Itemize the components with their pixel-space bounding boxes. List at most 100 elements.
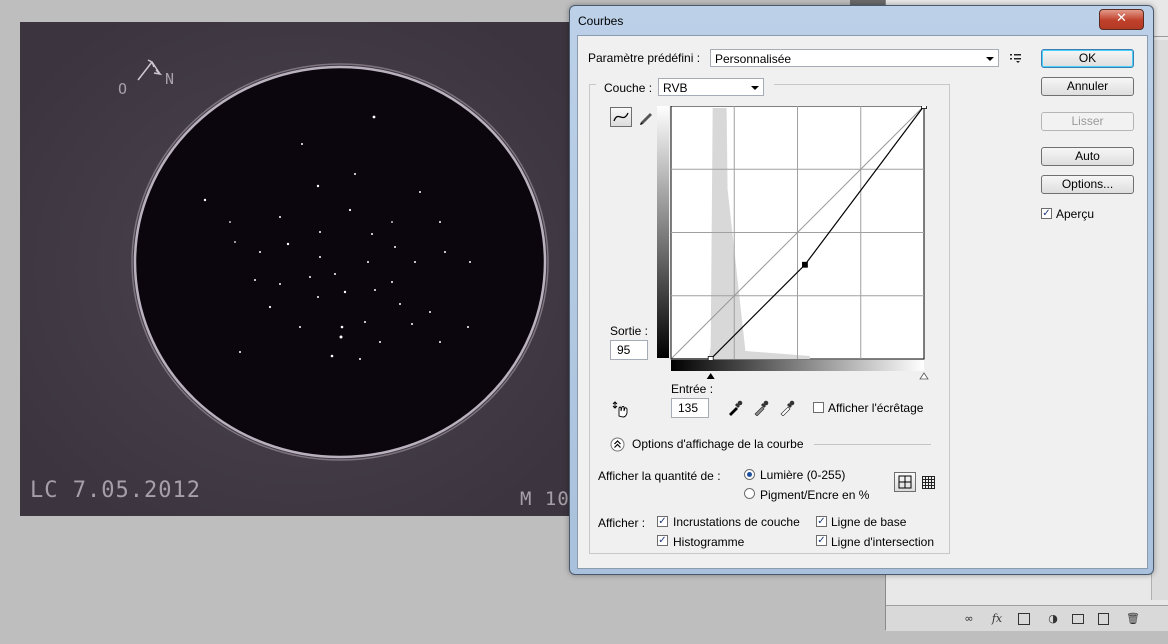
output-field[interactable]: 95 [610, 340, 648, 360]
preset-select[interactable]: Personnalisée [710, 49, 999, 67]
white-eyedropper-icon[interactable] [779, 400, 795, 416]
baseline-label: Ligne de base [831, 515, 907, 529]
star [259, 251, 261, 253]
star [467, 326, 469, 328]
star [330, 354, 334, 358]
histogram-checkbox[interactable]: ✓ [657, 535, 668, 546]
black-point-slider [706, 373, 715, 379]
star [379, 341, 381, 343]
intersection-line-checkbox[interactable]: ✓ [816, 535, 827, 546]
chevron-down-icon [986, 57, 994, 61]
curve-point[interactable] [921, 106, 927, 109]
show-label: Afficher : [598, 516, 646, 530]
grid-10x10-icon[interactable] [921, 475, 937, 491]
star [279, 216, 281, 218]
star [411, 323, 413, 325]
star [339, 335, 343, 339]
dialog-body: Paramètre prédéfini : Personnalisée OK A… [577, 35, 1148, 569]
curves-dialog: Courbes ✕ Paramètre prédéfini : Personna… [569, 5, 1154, 575]
star [444, 251, 446, 253]
star [439, 221, 441, 223]
gray-eyedropper-icon[interactable] [753, 400, 769, 416]
date-stamp: LC 7.05.2012 [30, 478, 201, 503]
star [301, 143, 303, 145]
star [419, 191, 421, 193]
fx-icon[interactable]: fx [990, 612, 1004, 625]
channel-overlays-label: Incrustations de couche [673, 515, 800, 529]
channel-select[interactable]: RVB [658, 78, 764, 96]
star [239, 351, 241, 353]
star [319, 231, 321, 233]
star [268, 305, 272, 309]
curve-tool-button[interactable] [610, 107, 632, 127]
star [371, 233, 373, 235]
preview-checkbox[interactable]: ✓ [1041, 208, 1052, 219]
section-divider [814, 444, 931, 445]
channel-overlays-checkbox[interactable]: ✓ [657, 516, 668, 527]
histogram-label: Histogramme [673, 535, 745, 549]
curve-point[interactable] [802, 261, 808, 268]
star [354, 173, 356, 175]
sketch-image: O N LC 7.05.2012 M 10 [20, 22, 575, 516]
star [340, 325, 344, 329]
input-gradient-slider[interactable] [671, 360, 931, 382]
channel-label: Couche : [604, 81, 653, 95]
field-of-view-circle [133, 65, 547, 459]
preset-label: Paramètre prédéfini : [588, 51, 701, 65]
show-clipping-label: Afficher l'écrêtage [828, 401, 924, 415]
layers-panel-toolbar: ∞ fx ◑ 🗑 [886, 605, 1168, 631]
star [254, 279, 256, 281]
show-clipping-checkbox[interactable] [813, 402, 824, 413]
simple-grid-button[interactable] [894, 472, 916, 492]
input-field[interactable]: 135 [671, 398, 709, 418]
light-radio[interactable] [744, 469, 755, 480]
collapse-options-icon[interactable] [610, 437, 625, 452]
show-amount-label: Afficher la quantité de : [598, 469, 721, 483]
preset-menu-icon[interactable] [1009, 52, 1023, 64]
light-option-label: Lumière (0-255) [760, 468, 846, 482]
black-eyedropper-icon[interactable] [727, 400, 743, 416]
star [317, 296, 319, 298]
star [414, 261, 416, 263]
link-layers-icon[interactable]: ∞ [962, 612, 976, 625]
adjustment-layer-icon[interactable]: ◑ [1046, 612, 1060, 625]
output-gradient-bar [657, 106, 669, 358]
star [391, 281, 393, 283]
object-label: M 10 [520, 488, 570, 510]
group-folder-icon[interactable] [1072, 614, 1084, 624]
cancel-button[interactable]: Annuler [1041, 77, 1134, 96]
baseline-checkbox[interactable]: ✓ [816, 516, 827, 527]
close-button[interactable]: ✕ [1099, 9, 1144, 30]
hand-adjust-icon[interactable] [612, 400, 630, 418]
star [367, 261, 369, 263]
trash-icon[interactable]: 🗑 [1126, 612, 1140, 625]
pigment-radio[interactable] [744, 488, 755, 499]
star [234, 241, 236, 243]
pencil-icon[interactable] [637, 108, 655, 126]
white-point-slider [919, 372, 929, 380]
star [372, 115, 376, 119]
star [299, 326, 301, 328]
star [316, 184, 320, 188]
layer-mask-icon[interactable] [1018, 613, 1030, 625]
ok-button[interactable]: OK [1041, 49, 1134, 68]
star [469, 261, 471, 263]
preset-value: Personnalisée [715, 52, 792, 66]
curve-icon [613, 112, 629, 122]
smooth-button[interactable]: Lisser [1041, 112, 1134, 131]
star [309, 276, 311, 278]
auto-button[interactable]: Auto [1041, 147, 1134, 166]
grid-4x4-icon [898, 475, 912, 489]
star [391, 221, 393, 223]
pigment-option-label: Pigment/Encre en % [760, 488, 870, 502]
curve-graph[interactable] [657, 106, 927, 376]
intersection-line-label: Ligne d'intersection [831, 535, 935, 549]
new-layer-icon[interactable] [1098, 613, 1109, 625]
dialog-title: Courbes [578, 14, 624, 28]
options-button[interactable]: Options... [1041, 175, 1134, 194]
star [229, 221, 231, 223]
channel-value: RVB [663, 81, 688, 95]
star [348, 208, 352, 212]
curve-options-heading: Options d'affichage de la courbe [632, 437, 804, 451]
star [364, 321, 366, 323]
